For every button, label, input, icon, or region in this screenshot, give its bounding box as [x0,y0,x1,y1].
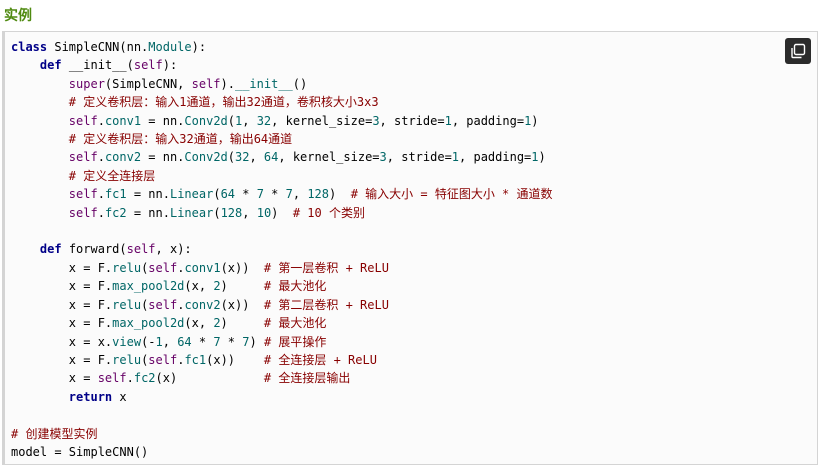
code-line: x = F.relu(self.conv2(x)) # 第二层卷积 + ReLU [11,297,389,312]
code-line: x = x.view(-1, 64 * 7 * 7) # 展平操作 [11,334,327,349]
code-line: return x [68,389,127,404]
code-content: class SimpleCNN(nn.Module): def __init__… [11,38,553,461]
code-line: x = F.relu(self.fc1(x)) # 全连接层 + ReLU [11,352,377,367]
code-lines: class SimpleCNN(nn.Module): def __init__… [11,40,553,459]
code-line: self.fc1 = nn.Linear(64 * 7 * 7, 128) # … [68,187,553,202]
code-line: self.conv1 = nn.Conv2d(1, 32, kernel_siz… [68,113,539,128]
code-line: x = F.max_pool2d(x, 2) # 最大池化 [11,279,327,294]
copy-button[interactable] [785,38,811,64]
code-line: self.conv2 = nn.Conv2d(32, 64, kernel_si… [68,150,546,165]
code-line: # 创建模型实例 [11,426,98,441]
code-line: model = SimpleCNN() [11,444,149,459]
copy-icon [791,43,806,59]
code-line: x = F.relu(self.conv1(x)) # 第一层卷积 + ReLU [11,260,389,275]
code-line: # 定义卷积层：输入1通道，输出32通道，卷积核大小3x3 [68,95,379,110]
code-line: self.fc2 = nn.Linear(128, 10) # 10 个类别 [68,205,365,220]
code-line: def __init__(self): [39,58,178,73]
section-title: 实例 [4,8,32,24]
code-line: def forward(self, x): [39,242,192,257]
code-line: # 定义全连接层 [68,168,156,183]
code-block: class SimpleCNN(nn.Module): def __init__… [2,31,818,465]
code-line: super(SimpleCNN, self).__init__() [68,76,308,91]
code-line: x = F.max_pool2d(x, 2) # 最大池化 [11,316,327,331]
code-line: class SimpleCNN(nn.Module): [11,40,207,54]
code-line: x = self.fc2(x) # 全连接层输出 [11,371,351,386]
code-line: # 定义卷积层：输入32通道，输出64通道 [68,132,293,147]
